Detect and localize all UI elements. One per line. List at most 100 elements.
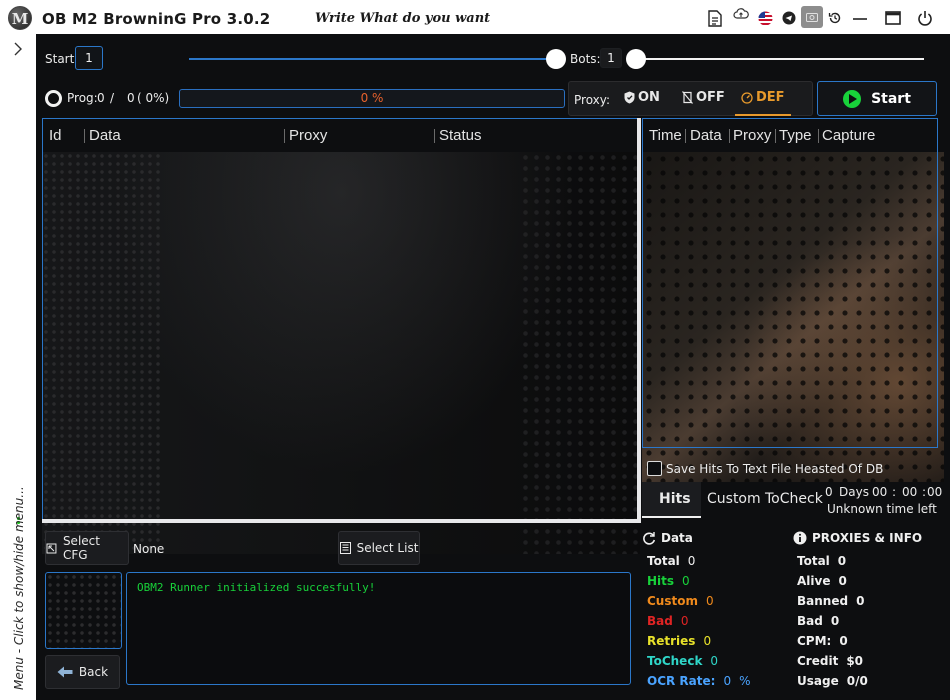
timer-minutes: 00 [902, 485, 918, 499]
main-panel: Start 1 Bots: 1 Prog: 0 / 0 ( 0%) 0 % Pr… [36, 34, 950, 700]
tab-tocheck[interactable]: ToCheck [765, 491, 823, 507]
proxy-def-option[interactable]: DEF [741, 90, 785, 105]
proxy-stat-label: Total [797, 554, 830, 568]
start-slider-knob[interactable] [546, 49, 566, 69]
proxy-stat-value: 0 [839, 634, 848, 648]
back-label: Back [78, 665, 109, 679]
start-number-input[interactable]: 1 [75, 46, 103, 70]
col-header-data[interactable]: Data [89, 127, 121, 144]
log-line: OBM2 Runner initialized succesfully! [137, 581, 376, 594]
proxy-stat-label: Alive [797, 574, 831, 588]
hits-col-time[interactable]: Time [649, 127, 682, 144]
data-table[interactable]: Id Data Proxy Status [42, 118, 638, 520]
data-stat-label: Custom [647, 594, 698, 608]
document-icon[interactable] [708, 8, 722, 28]
proxy-stat-value: 0 [856, 594, 865, 608]
refresh-icon [643, 532, 656, 545]
power-icon[interactable] [917, 8, 933, 28]
gauge-icon [741, 91, 753, 104]
hits-col-capture[interactable]: Capture [822, 127, 875, 144]
vertical-splitter[interactable] [637, 118, 641, 523]
bots-label: Bots: [570, 52, 601, 66]
minimize-icon[interactable] [852, 8, 868, 28]
data-stat-label: Retries [647, 634, 696, 648]
bots-slider-track[interactable] [634, 58, 924, 60]
data-stat-label: Bad [647, 614, 673, 628]
data-stat-value: 0 [723, 674, 732, 688]
timer-colon-2: : [922, 485, 927, 499]
screenshot-icon[interactable] [801, 6, 823, 28]
select-cfg-icon [46, 543, 57, 553]
proxy-stat-value: 0 [830, 614, 840, 628]
list-icon [339, 542, 351, 554]
hits-col-type[interactable]: Type [779, 127, 812, 144]
data-stat-row: Total 0 [647, 554, 695, 568]
telegram-icon[interactable] [782, 8, 796, 28]
horizontal-splitter[interactable] [42, 519, 638, 523]
progress-ring-icon [45, 90, 62, 107]
proxy-stat-label: Bad [797, 614, 823, 628]
hits-table[interactable]: Time Data Proxy Type Capture [642, 118, 938, 448]
proxy-stat-row: Alive 0 [797, 574, 847, 588]
proxy-off-label: OFF [696, 90, 725, 105]
select-cfg-button[interactable]: Select CFG [45, 531, 129, 565]
start-button[interactable]: Start [817, 81, 937, 116]
data-stat-row: Retries 0 [647, 634, 711, 648]
proxy-on-label: ON [638, 90, 660, 105]
back-button[interactable]: Back [45, 655, 120, 689]
title-bar: M OB M2 BrowninG Pro 3.0.2 Write What do… [0, 0, 950, 36]
tab-custom[interactable]: Custom [707, 491, 761, 507]
prog-label: Prog: [67, 91, 98, 105]
start-slider-track[interactable] [189, 58, 555, 60]
proxy-stat-label: Usage [797, 674, 839, 688]
save-hits-checkbox[interactable] [647, 461, 662, 476]
proxy-off-option[interactable]: OFF [682, 90, 725, 105]
tab-hits[interactable]: Hits [659, 491, 691, 507]
proxy-stat-row: Credit $0 [797, 654, 863, 668]
menu-toggle-label[interactable]: Menu - Click to show/hide menu... [12, 486, 26, 690]
proxy-stat-row: Total 0 [797, 554, 846, 568]
chevron-right-icon[interactable] [11, 42, 25, 56]
proxy-stat-value: 0 [838, 574, 847, 588]
log-console[interactable]: OBM2 Runner initialized succesfully! [126, 572, 631, 685]
proxy-stat-value: $0 [846, 654, 864, 668]
prog-separator: / [110, 91, 115, 105]
col-header-proxy[interactable]: Proxy [289, 127, 327, 144]
us-flag-icon[interactable] [758, 8, 773, 28]
play-icon [843, 89, 862, 108]
col-header-status[interactable]: Status [439, 127, 482, 144]
data-stat-label: OCR Rate: [647, 674, 716, 688]
maximize-icon[interactable] [885, 8, 901, 28]
col-header-id[interactable]: Id [49, 127, 62, 144]
select-cfg-label: Select CFG [62, 534, 100, 562]
data-stat-value: 0 [680, 614, 689, 628]
proxy-stat-label: Credit [797, 654, 839, 668]
data-stat-value: 0 [682, 574, 690, 588]
hits-col-data[interactable]: Data [690, 127, 722, 144]
proxy-stat-label: CPM: [797, 634, 832, 648]
proxy-on-option[interactable]: ON [624, 90, 660, 105]
data-stat-suffix: % [739, 674, 751, 688]
data-stats-header: Data [642, 531, 693, 545]
save-hits-label: Save Hits To Text File Heasted Of DB [666, 462, 884, 476]
bots-slider-knob[interactable] [626, 49, 646, 69]
cloud-icon[interactable] [733, 4, 749, 24]
proxy-mode-selector[interactable]: Proxy: ON OFF DEF [568, 81, 813, 116]
proxy-label: Proxy: [574, 93, 611, 107]
proxy-stat-value: 0/0 [846, 674, 868, 688]
progress-bar: 0 % [179, 89, 565, 108]
proxy-stats-header: PROXIES & INFO [793, 531, 922, 545]
app-title: OB M2 BrowninG Pro 3.0.2 [42, 10, 271, 28]
data-stat-value: 0 [710, 654, 719, 668]
prog-percent: ( 0%) [137, 91, 170, 105]
select-list-button[interactable]: Select List [338, 531, 420, 565]
proxy-stat-value: 0 [837, 554, 847, 568]
preview-box [45, 572, 122, 649]
data-stat-row: Hits 0 [647, 574, 690, 588]
start-label: Start [45, 52, 75, 66]
history-icon[interactable] [828, 8, 842, 28]
app-slogan: Write What do you want [315, 11, 491, 26]
data-stat-value: 0 [705, 594, 714, 608]
bots-number-input[interactable]: 1 [600, 48, 622, 68]
hits-col-proxy[interactable]: Proxy [733, 127, 771, 144]
